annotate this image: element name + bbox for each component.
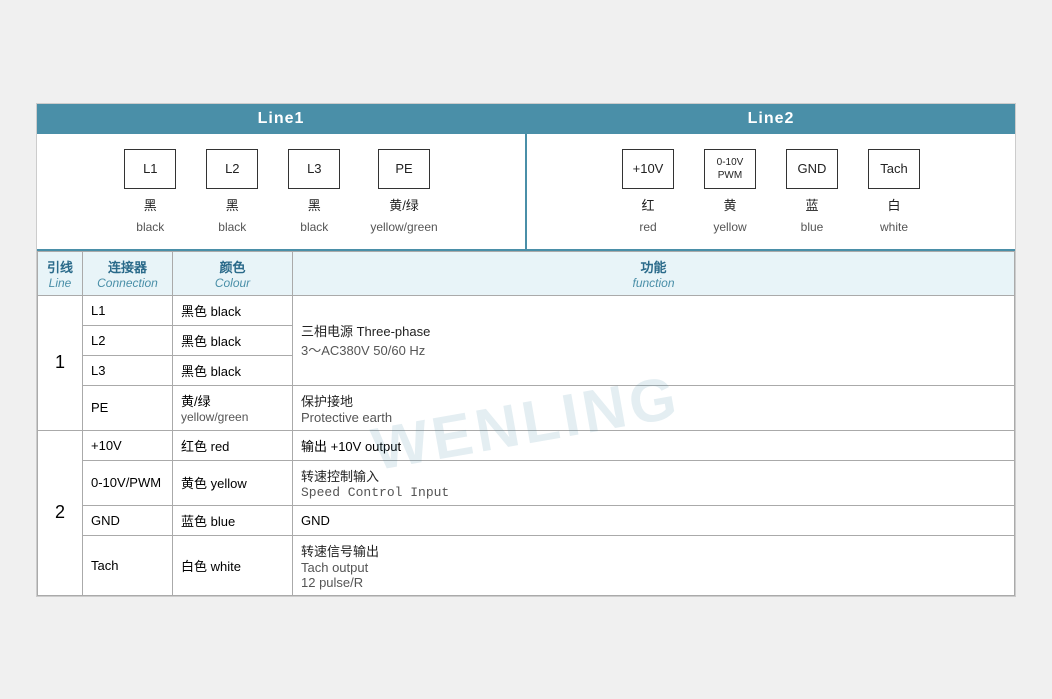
color-PE: 黄/绿 yellow/green	[173, 385, 293, 430]
table-wrapper: WENLING 引线 Line 连接器 Connection 颜色 Colour	[37, 251, 1015, 596]
data-table: 引线 Line 连接器 Connection 颜色 Colour 功能 func…	[37, 251, 1015, 596]
connector-PWM: 0-10VPWM 黄 yellow	[704, 149, 756, 234]
line2-section: Line2 +10V 红 red 0-10VPWM 黄 yellow GND 蓝…	[527, 104, 1015, 249]
line-num-2: 2	[38, 430, 83, 595]
connector-L2: L2 黑 black	[206, 149, 258, 234]
connector-L3: L3 黑 black	[288, 149, 340, 234]
color-tach: 白色 white	[173, 535, 293, 595]
label-cn-Tach: 白	[887, 195, 900, 214]
line1-connectors: L1 黑 black L2 黑 black L3 黑 black PE 黄/绿	[57, 149, 505, 234]
line2-connectors: +10V 红 red 0-10VPWM 黄 yellow GND 蓝 blue …	[547, 149, 995, 234]
table-row: 0-10V/PWM 黄色 yellow 转速控制输入 Speed Control…	[38, 460, 1015, 505]
label-en-L2: black	[218, 220, 246, 234]
label-cn-L1: 黑	[144, 195, 157, 214]
color-10V: 红色 red	[173, 430, 293, 460]
table-row: PE 黄/绿 yellow/green 保护接地 Protective eart…	[38, 385, 1015, 430]
func-10V: 输出 +10V output	[293, 430, 1015, 460]
table-row: Tach 白色 white 转速信号输出 Tach output 12 puls…	[38, 535, 1015, 595]
th-line: 引线 Line	[38, 251, 83, 295]
conn-gnd: GND	[83, 505, 173, 535]
conn-10V: +10V	[83, 430, 173, 460]
conn-L1: L1	[83, 295, 173, 325]
label-en-10V: red	[639, 220, 656, 234]
connector-box-GND: GND	[786, 149, 838, 189]
th-colour: 颜色 Colour	[173, 251, 293, 295]
line-num-1: 1	[38, 295, 83, 430]
color-L2: 黑色 black	[173, 325, 293, 355]
label-cn-10V: 红	[641, 195, 654, 214]
line2-header: Line2	[527, 104, 1015, 134]
label-cn-L3: 黑	[308, 195, 321, 214]
connector-Tach: Tach 白 white	[868, 149, 920, 234]
connector-PE: PE 黄/绿 yellow/green	[370, 149, 437, 234]
label-cn-GND: 蓝	[805, 195, 818, 214]
conn-tach: Tach	[83, 535, 173, 595]
label-cn-PE: 黄/绿	[389, 195, 419, 214]
connector-10V: +10V 红 red	[622, 149, 674, 234]
func-L1L2L3: 三相电源 Three-phase 3～AC380V 50/60 Hz	[293, 295, 1015, 385]
label-en-GND: blue	[801, 220, 824, 234]
line1-section: Line1 L1 黑 black L2 黑 black L3 黑 black	[37, 104, 527, 249]
label-en-Tach: white	[880, 220, 908, 234]
connector-box-PE: PE	[378, 149, 430, 189]
label-cn-PWM: 黄	[723, 195, 736, 214]
label-cn-L2: 黑	[226, 195, 239, 214]
th-connection: 连接器 Connection	[83, 251, 173, 295]
label-en-L3: black	[300, 220, 328, 234]
connector-box-L2: L2	[206, 149, 258, 189]
line1-header: Line1	[37, 104, 525, 134]
label-en-L1: black	[136, 220, 164, 234]
color-gnd: 蓝色 blue	[173, 505, 293, 535]
func-PE: 保护接地 Protective earth	[293, 385, 1015, 430]
table-header-row: 引线 Line 连接器 Connection 颜色 Colour 功能 func…	[38, 251, 1015, 295]
conn-pwm: 0-10V/PWM	[83, 460, 173, 505]
connector-box-PWM: 0-10VPWM	[704, 149, 756, 189]
color-L3: 黑色 black	[173, 355, 293, 385]
connector-box-L1: L1	[124, 149, 176, 189]
color-L1: 黑色 black	[173, 295, 293, 325]
func-tach: 转速信号输出 Tach output 12 pulse/R	[293, 535, 1015, 595]
func-gnd: GND	[293, 505, 1015, 535]
th-function: 功能 function	[293, 251, 1015, 295]
conn-L3: L3	[83, 355, 173, 385]
label-en-PWM: yellow	[713, 220, 746, 234]
conn-L2: L2	[83, 325, 173, 355]
conn-PE: PE	[83, 385, 173, 430]
label-en-PE: yellow/green	[370, 220, 437, 234]
table-row: GND 蓝色 blue GND	[38, 505, 1015, 535]
connector-GND: GND 蓝 blue	[786, 149, 838, 234]
connector-box-Tach: Tach	[868, 149, 920, 189]
func-pwm: 转速控制输入 Speed Control Input	[293, 460, 1015, 505]
connector-L1: L1 黑 black	[124, 149, 176, 234]
connector-section: Line1 L1 黑 black L2 黑 black L3 黑 black	[37, 104, 1015, 251]
connector-box-L3: L3	[288, 149, 340, 189]
main-container: Line1 L1 黑 black L2 黑 black L3 黑 black	[36, 103, 1016, 597]
connector-box-10V: +10V	[622, 149, 674, 189]
color-pwm: 黄色 yellow	[173, 460, 293, 505]
table-row: 1 L1 黑色 black 三相电源 Three-phase 3～AC380V …	[38, 295, 1015, 325]
table-row: 2 +10V 红色 red 输出 +10V output	[38, 430, 1015, 460]
